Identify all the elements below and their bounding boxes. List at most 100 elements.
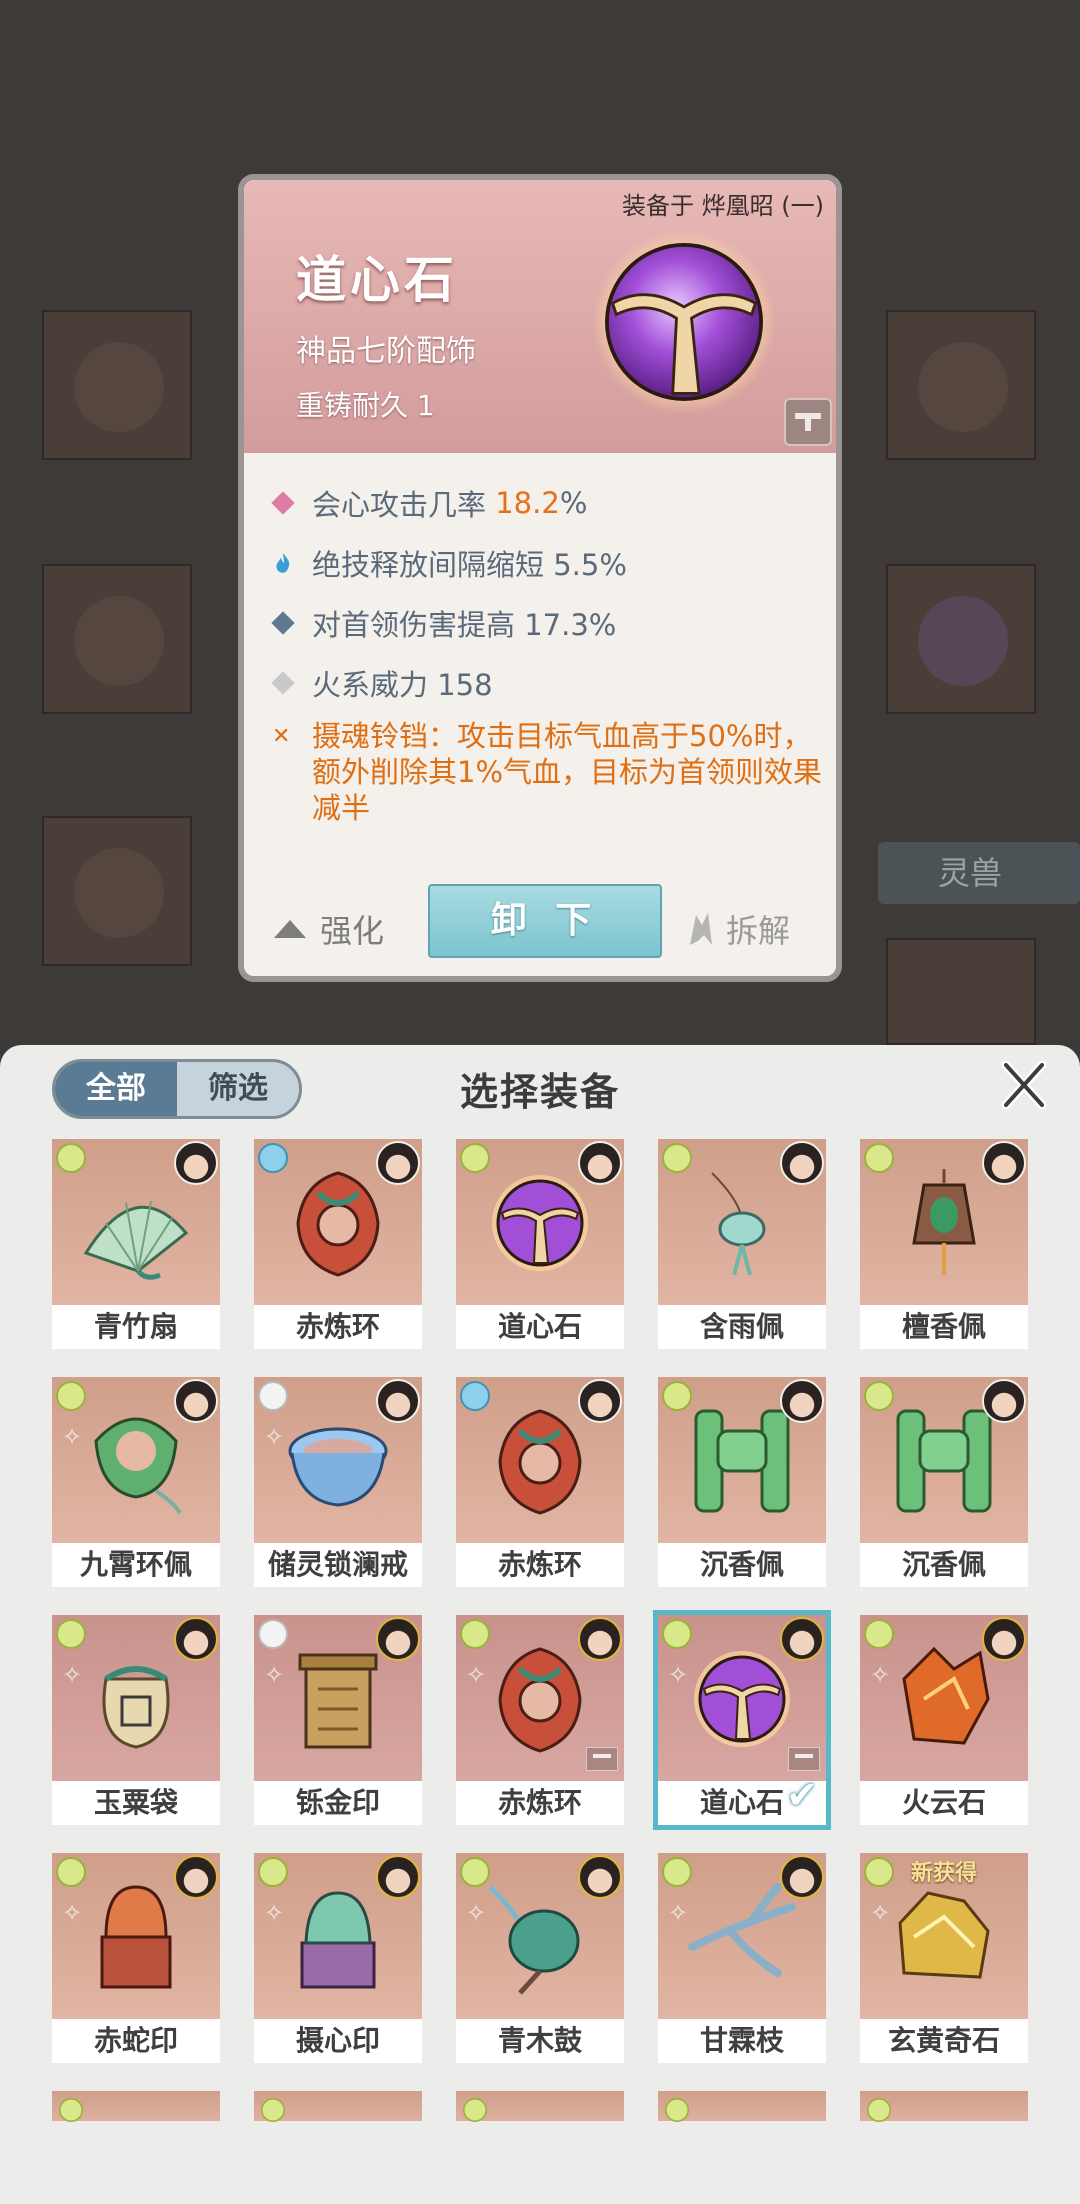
element-badge-icon: [56, 1143, 86, 1173]
element-badge-icon: [460, 1857, 490, 1887]
lock-icon: [586, 1747, 618, 1771]
equipment-slot-extra[interactable]: [886, 938, 1036, 1045]
item-picture: [52, 1139, 220, 1305]
gold-stone-icon: [898, 1891, 990, 1979]
jade-icon: [896, 1409, 992, 1513]
equipment-item[interactable]: ✧ 赤蛇印: [52, 1853, 220, 2063]
element-badge-icon: [258, 1143, 288, 1173]
item-name-label: 玄黄奇石: [860, 2019, 1028, 2063]
element-badge-icon: [460, 1143, 490, 1173]
close-icon[interactable]: [998, 1059, 1050, 1111]
equipment-item[interactable]: ✧ 储灵锁澜戒: [254, 1377, 422, 1587]
bracelet-icon: [288, 1427, 388, 1507]
ring-red-icon: [498, 1647, 582, 1753]
equipment-item[interactable]: 檀香佩: [860, 1139, 1028, 1349]
rune-mark-icon: ✧: [466, 1661, 487, 1689]
equipment-item-partial[interactable]: [52, 2091, 220, 2122]
rune-mark-icon: ✧: [466, 1899, 487, 1927]
equipment-detail-card: 装备于 烨凰昭 (一) 道心石 神品七阶配饰 重铸耐久 1 会心攻击几率 18.…: [238, 174, 842, 982]
item-name-label: 赤蛇印: [52, 2019, 220, 2063]
double-chevron-icon: ✕: [272, 724, 291, 749]
strengthen-button[interactable]: 强化: [274, 906, 384, 952]
owner-avatar: [578, 1379, 622, 1423]
equipment-item[interactable]: ✧ 九霄环佩: [52, 1377, 220, 1587]
element-badge-icon: [662, 1143, 692, 1173]
unequip-button[interactable]: 卸 下: [428, 884, 662, 958]
element-badge-icon: [258, 1857, 288, 1887]
equipment-item[interactable]: 沉香佩: [658, 1377, 826, 1587]
equipment-item-partial[interactable]: [658, 2091, 826, 2122]
fire-stone-icon: [902, 1646, 990, 1745]
blue-diamond-icon: [271, 611, 295, 635]
item-name-label: 青竹扇: [52, 1305, 220, 1349]
item-grade: 神品七阶配饰: [296, 334, 476, 369]
ring-red-icon: [296, 1171, 380, 1277]
equipment-item[interactable]: 沉香佩: [860, 1377, 1028, 1587]
equipment-slot-weapon[interactable]: [42, 310, 192, 460]
element-badge-icon: [460, 1619, 490, 1649]
element-badge-icon: [662, 1857, 692, 1887]
owner-avatar: [578, 1617, 622, 1661]
stat-skill-cooldown: 绝技释放间隔缩短 5.5%: [272, 542, 627, 584]
equipment-item[interactable]: ✧ 摄心印: [254, 1853, 422, 2063]
element-badge-icon: [864, 1619, 894, 1649]
equipment-item[interactable]: 道心石: [456, 1139, 624, 1349]
grey-diamond-icon: [271, 671, 295, 695]
equipment-item[interactable]: 赤炼环: [254, 1139, 422, 1349]
equipment-item[interactable]: ✧ 青木鼓: [456, 1853, 624, 2063]
pendant-icon: [711, 1172, 766, 1276]
jade-icon: [694, 1409, 790, 1513]
rune-mark-icon: ✧: [668, 1661, 689, 1689]
equipment-item[interactable]: ✧ 铄金印: [254, 1615, 422, 1825]
new-item-tag: 新获得: [910, 1861, 977, 1886]
item-name-label: 摄心印: [254, 2019, 422, 2063]
drum-icon: [488, 1885, 580, 1995]
select-equipment-panel: 全部 筛选 选择装备 青竹扇 赤炼环 道心石 含雨佩 檀香佩 ✧ 九霄环佩 ✧ 储灵锁澜戒 赤炼环…: [0, 1045, 1080, 2204]
owner-avatar: [982, 1617, 1026, 1661]
equipment-slot-helmet[interactable]: [886, 310, 1036, 460]
fan-icon: [83, 1200, 189, 1280]
owner-avatar: [578, 1141, 622, 1185]
element-badge-icon: [665, 2098, 689, 2122]
broken-stone-icon: [690, 913, 712, 945]
equipment-item[interactable]: 赤炼环: [456, 1377, 624, 1587]
dismantle-button[interactable]: 拆解: [686, 906, 790, 952]
equipment-item[interactable]: ✧ 新获得 玄黄奇石: [860, 1853, 1028, 2063]
equipment-slot-boots[interactable]: [42, 816, 192, 966]
equipment-slot-armor[interactable]: [42, 564, 192, 714]
element-badge-icon: [258, 1381, 288, 1411]
item-picture: [658, 1377, 826, 1543]
stat-crit-chance: 会心攻击几率 18.2%: [271, 482, 587, 524]
element-badge-icon: [867, 2098, 891, 2122]
equipment-item[interactable]: ✧ 道心石 ✔: [653, 1610, 831, 1830]
equipment-item-partial[interactable]: [456, 2091, 624, 2122]
item-picture: ✧: [52, 1615, 220, 1781]
element-badge-icon: [258, 1619, 288, 1649]
item-name-label: 储灵锁澜戒: [254, 1543, 422, 1587]
special-effect: ✕ 摄魂铃铛：攻击目标气血高于50%时，额外削除其1%气血，目标为首领则效果减半: [272, 719, 823, 825]
equipment-item[interactable]: ✧ 甘霖枝: [658, 1853, 826, 2063]
rune-mark-icon: ✧: [62, 1423, 83, 1451]
equipment-slot-accessory[interactable]: [886, 564, 1036, 714]
equipment-item[interactable]: 含雨佩: [658, 1139, 826, 1349]
stat-boss-damage: 对首领伤害提高 17.3%: [271, 602, 616, 644]
lock-icon[interactable]: [784, 398, 832, 446]
owner-avatar: [174, 1379, 218, 1423]
dao-heart-stone-icon: [591, 229, 777, 415]
card-header: 装备于 烨凰昭 (一) 道心石 神品七阶配饰 重铸耐久 1: [244, 180, 836, 453]
equipment-item-partial[interactable]: [860, 2091, 1028, 2122]
item-picture: ✧ 新获得: [860, 1853, 1028, 2019]
equipment-item-partial[interactable]: [254, 2091, 422, 2122]
spirit-beast-tab[interactable]: 灵兽: [878, 842, 1080, 904]
owner-avatar: [376, 1379, 420, 1423]
equipment-item[interactable]: ✧ 火云石: [860, 1615, 1028, 1825]
item-picture: ✧: [658, 1615, 826, 1781]
item-name: 道心石: [296, 251, 458, 309]
item-picture: [860, 1139, 1028, 1305]
equipment-item[interactable]: 青竹扇: [52, 1139, 220, 1349]
element-badge-icon: [56, 1857, 86, 1887]
owner-avatar: [376, 1617, 420, 1661]
equipment-item[interactable]: ✧ 玉粟袋: [52, 1615, 220, 1825]
equipment-item[interactable]: ✧ 赤炼环: [456, 1615, 624, 1825]
ring-green-icon: [94, 1417, 182, 1515]
